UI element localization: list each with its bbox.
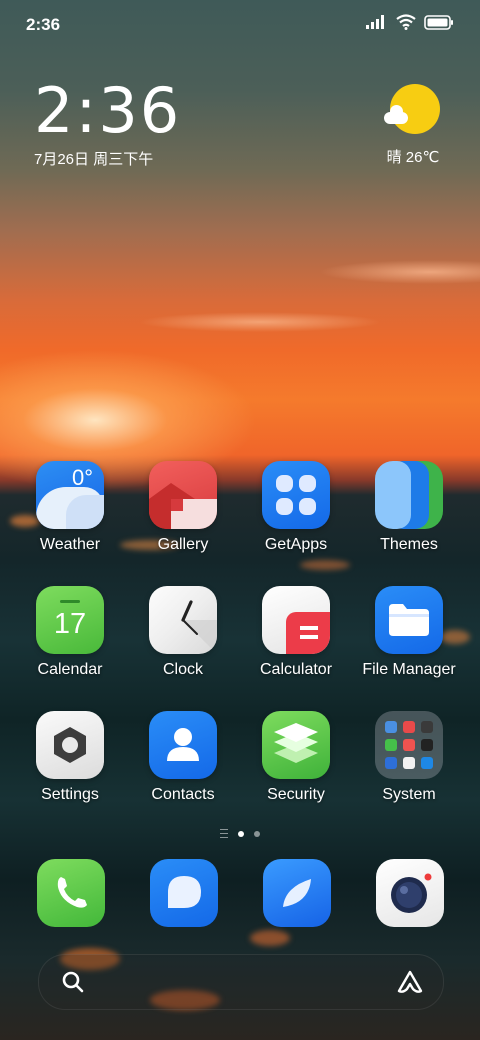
app-themes[interactable]: Themes	[354, 461, 464, 554]
search-bar[interactable]	[38, 954, 444, 1010]
calculator-icon	[262, 586, 330, 654]
dock-messages[interactable]	[150, 859, 218, 927]
weather-widget[interactable]: 晴 26℃	[382, 84, 444, 167]
app-folder-system[interactable]: System	[354, 711, 464, 804]
calendar-icon: 17	[36, 586, 104, 654]
search-icon[interactable]	[60, 969, 86, 995]
page-indicator[interactable]	[0, 829, 480, 838]
app-calculator[interactable]: Calculator	[241, 586, 351, 679]
app-security[interactable]: Security	[241, 711, 351, 804]
weather-widget-text: 晴 26℃	[386, 149, 440, 166]
status-time: 2:36	[26, 15, 61, 34]
security-icon	[262, 711, 330, 779]
status-bar: 2:36	[0, 0, 480, 50]
app-getapps[interactable]: GetApps	[241, 461, 351, 554]
feed-page-icon[interactable]	[220, 829, 228, 838]
page-dot-2[interactable]	[254, 830, 260, 837]
signal-icon	[366, 15, 384, 29]
widget-date: 7月26日 周三下午	[34, 151, 154, 168]
clock-icon	[149, 586, 217, 654]
dock-camera[interactable]	[376, 859, 444, 927]
wifi-icon	[396, 14, 416, 30]
phone-icon	[37, 859, 105, 927]
weather-icon: 0°	[36, 461, 104, 529]
clock-widget[interactable]: 2:36 7月26日 周三下午	[34, 80, 181, 169]
sunny-icon	[384, 84, 440, 134]
app-gallery[interactable]: Gallery	[128, 461, 238, 554]
app-calendar[interactable]: 17 Calendar	[15, 586, 125, 679]
themes-icon	[375, 461, 443, 529]
widget-time: 2:36	[34, 74, 182, 147]
dock-phone[interactable]	[37, 859, 105, 927]
file-manager-icon	[375, 586, 443, 654]
camera-icon	[376, 859, 444, 927]
gallery-icon	[149, 461, 217, 529]
app-contacts[interactable]: Contacts	[128, 711, 238, 804]
app-clock[interactable]: Clock	[128, 586, 238, 679]
getapps-icon	[262, 461, 330, 529]
battery-icon	[424, 14, 453, 30]
app-settings[interactable]: Settings	[15, 711, 125, 804]
messages-icon	[150, 859, 218, 927]
browser-icon	[263, 859, 331, 927]
folder-icon	[375, 711, 443, 779]
app-file-manager[interactable]: File Manager	[354, 586, 464, 679]
contacts-icon	[149, 711, 217, 779]
assistant-icon[interactable]	[395, 969, 425, 995]
page-dot-1[interactable]	[238, 830, 244, 837]
settings-icon	[36, 711, 104, 779]
app-weather[interactable]: 0° Weather	[15, 461, 125, 554]
dock-browser[interactable]	[263, 859, 331, 927]
